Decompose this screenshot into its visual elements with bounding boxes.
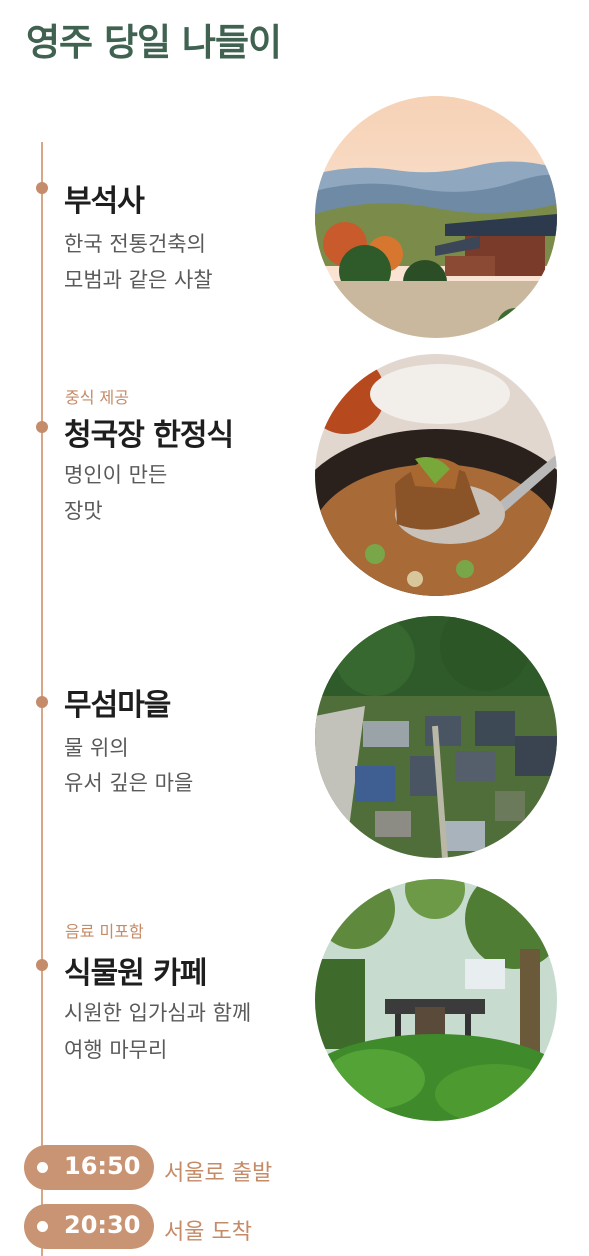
bullet-dot bbox=[37, 1162, 48, 1173]
page-title: 영주 당일 나들이 bbox=[26, 21, 282, 64]
timeline-dot bbox=[36, 421, 48, 433]
bullet-dot bbox=[37, 1221, 48, 1232]
village-aerial-photo bbox=[315, 616, 557, 858]
stop-title: 청국장 한정식 bbox=[64, 418, 234, 453]
stop-description-line: 여행 마무리 bbox=[64, 1038, 168, 1062]
stop-description-line: 모범과 같은 사찰 bbox=[64, 268, 213, 292]
stop-title: 부석사 bbox=[64, 184, 145, 219]
timeline-dot bbox=[36, 959, 48, 971]
stop-description-line: 시원한 입가심과 함께 bbox=[64, 1001, 252, 1025]
stop-tag: 중식 제공 bbox=[65, 388, 129, 407]
time-label: 20:30 bbox=[64, 1211, 141, 1239]
schedule-label: 서울로 출발 bbox=[164, 1161, 273, 1186]
stop-description-line: 장맛 bbox=[64, 499, 103, 523]
stop-description-line: 유서 깊은 마을 bbox=[64, 771, 194, 795]
botanical-cafe-photo bbox=[315, 879, 557, 1121]
schedule-label: 서울 도착 bbox=[164, 1220, 252, 1245]
stop-tag: 음료 미포함 bbox=[65, 922, 144, 941]
stop-description-line: 물 위의 bbox=[64, 736, 129, 760]
temple-photo bbox=[315, 96, 557, 338]
stop-title: 무섬마을 bbox=[64, 688, 171, 723]
timeline-dot bbox=[36, 696, 48, 708]
arrival-time-badge: 20:30 bbox=[24, 1204, 154, 1249]
departure-time-badge: 16:50 bbox=[24, 1145, 154, 1190]
cheonggukjang-photo bbox=[315, 354, 557, 596]
stop-description-line: 명인이 만든 bbox=[64, 463, 168, 487]
time-label: 16:50 bbox=[64, 1152, 141, 1180]
stop-description-line: 한국 전통건축의 bbox=[64, 232, 206, 256]
timeline-dot bbox=[36, 182, 48, 194]
stop-title: 식물원 카페 bbox=[64, 956, 207, 991]
